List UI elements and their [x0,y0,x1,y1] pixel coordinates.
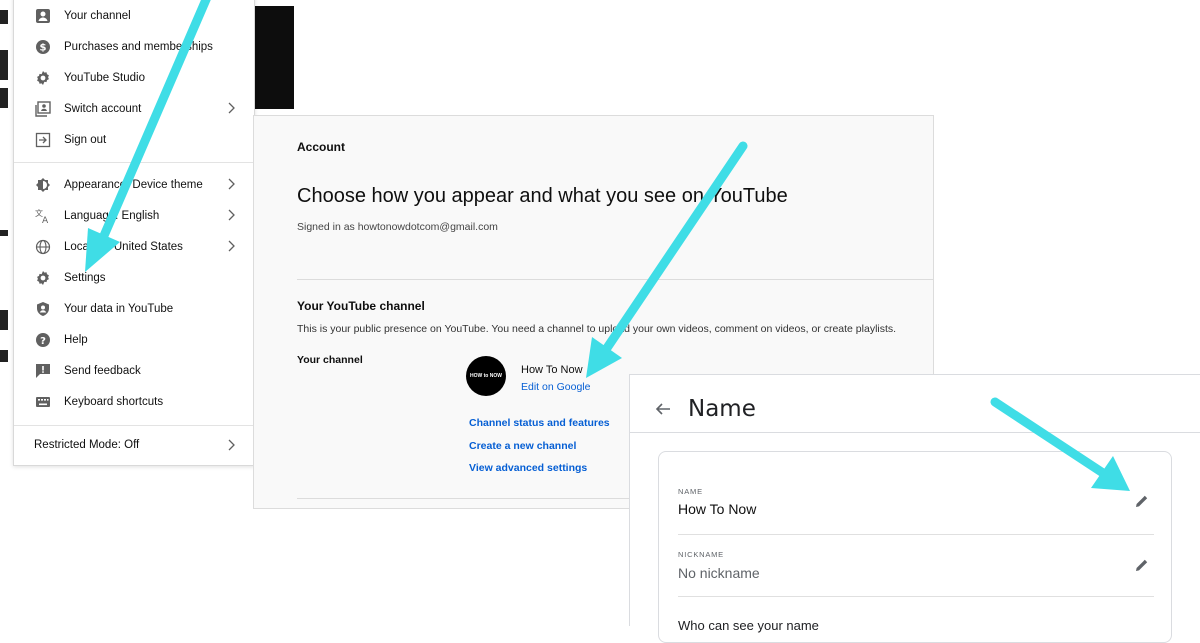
menu-item-label: Sign out [64,133,107,146]
back-arrow-icon[interactable] [654,400,672,418]
menu-item-youtube-studio[interactable]: YouTube Studio [14,62,254,93]
edit-on-google-link[interactable]: Edit on Google [521,381,590,393]
channel-section-description: This is your public presence on YouTube.… [297,323,897,335]
svg-text:?: ? [40,336,46,347]
person-box-icon [34,7,52,25]
menu-item-label: Your data in YouTube [64,302,174,315]
menu-item-label: Purchases and memberships [64,40,213,53]
chevron-right-icon [228,439,235,451]
menu-item-your-channel[interactable]: Your channel [14,0,254,31]
menu-divider [14,425,254,426]
svg-text:A: A [42,216,49,224]
menu-item-label: Help [64,333,88,346]
channel-avatar: HOW to NOW [466,356,506,396]
menu-item-label: Settings [64,271,106,284]
globe-icon [34,238,52,256]
page-title: Name [688,396,756,422]
chevron-right-icon [228,209,235,221]
chevron-right-icon [228,240,235,252]
restricted-mode-item[interactable]: Restricted Mode: Off [34,439,139,451]
who-can-see-heading: Who can see your name [678,618,819,633]
menu-item-label: YouTube Studio [64,71,145,84]
divider [630,432,1200,433]
create-channel-link[interactable]: Create a new channel [469,440,576,452]
translate-icon: 文A [34,207,52,225]
menu-item-location[interactable]: Location: United States [14,231,254,262]
divider [678,596,1154,597]
nickname-field-value: No nickname [678,565,760,581]
divider [297,279,933,280]
menu-item-label: Language: English [64,209,160,222]
account-menu: Your channel $ Purchases and memberships… [13,0,255,466]
menu-item-label: Keyboard shortcuts [64,395,164,408]
channel-section-title: Your YouTube channel [297,299,425,313]
shield-person-icon [34,300,52,318]
menu-item-send-feedback[interactable]: Send feedback [14,355,254,386]
keyboard-icon [34,393,52,411]
name-field-value: How To Now [678,501,757,517]
google-name-panel: Name NAME How To Now NICKNAME No nicknam… [629,374,1200,643]
page-headline: Choose how you appear and what you see o… [297,185,788,207]
chevron-right-icon [228,178,235,190]
menu-item-label: Send feedback [64,364,141,377]
signed-in-text: Signed in as howtonowdotcom@gmail.com [297,221,498,233]
switch-account-icon [34,100,52,118]
name-field-label: NAME [678,487,703,496]
menu-item-label: Switch account [64,102,142,115]
gear-icon [34,69,52,87]
menu-divider [14,162,254,163]
channel-status-link[interactable]: Channel status and features [469,417,610,429]
menu-item-your-data[interactable]: Your data in YouTube [14,293,254,324]
background-video-edge [0,0,13,380]
your-channel-label: Your channel [297,354,363,366]
edit-pencil-icon[interactable] [1135,558,1149,572]
name-card: NAME How To Now NICKNAME No nickname Who… [658,451,1172,643]
menu-item-switch-account[interactable]: Switch account [14,93,254,124]
chevron-right-icon [228,102,235,114]
menu-item-label: Appearance: Device theme [64,178,203,191]
menu-item-purchases[interactable]: $ Purchases and memberships [14,31,254,62]
sign-out-icon [34,131,52,149]
svg-text:$: $ [40,42,47,53]
menu-item-language[interactable]: 文A Language: English [14,200,254,231]
channel-name: How To Now [521,364,583,376]
appearance-icon [34,176,52,194]
menu-item-help[interactable]: ? Help [14,324,254,355]
video-thumbnail-strip [252,6,294,109]
menu-item-appearance[interactable]: Appearance: Device theme [14,169,254,200]
menu-item-label: Your channel [64,9,131,22]
help-icon: ? [34,331,52,349]
menu-item-label: Location: United States [64,240,183,253]
section-label: Account [297,140,345,154]
gear-icon [34,269,52,287]
menu-item-keyboard-shortcuts[interactable]: Keyboard shortcuts [14,386,254,417]
advanced-settings-link[interactable]: View advanced settings [469,462,587,474]
edit-pencil-icon[interactable] [1135,494,1149,508]
menu-item-sign-out[interactable]: Sign out [14,124,254,155]
feedback-icon [34,362,52,380]
divider [678,534,1154,535]
dollar-circle-icon: $ [34,38,52,56]
menu-item-settings[interactable]: Settings [14,262,254,293]
nickname-field-label: NICKNAME [678,550,724,559]
